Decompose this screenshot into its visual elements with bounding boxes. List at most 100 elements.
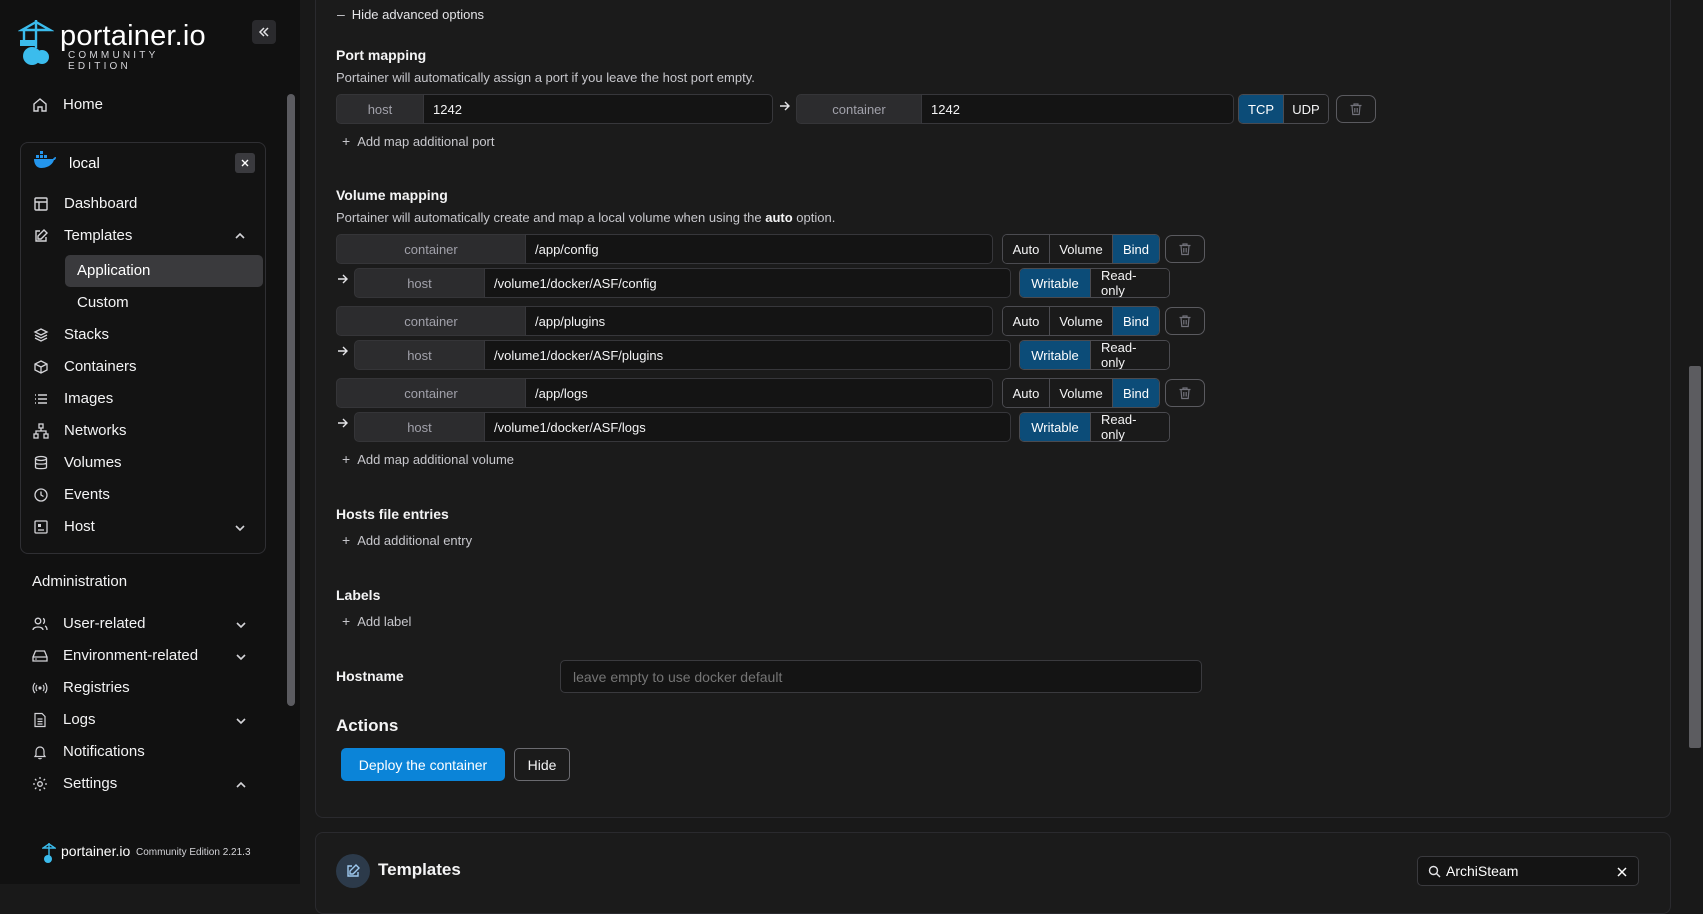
plus-icon: + <box>342 532 351 548</box>
volume-host-path-input[interactable]: /volume1/docker/ASF/config <box>484 268 1011 298</box>
hide-button[interactable]: Hide <box>514 748 570 781</box>
read-only-option[interactable]: Read-only <box>1091 269 1169 297</box>
actions-title: Actions <box>336 716 399 735</box>
clear-search-icon[interactable] <box>1617 867 1627 877</box>
read-only-option[interactable]: Read-only <box>1091 341 1169 369</box>
plus-icon: + <box>342 451 351 467</box>
auto-option[interactable]: Auto <box>1003 235 1050 263</box>
writable-option[interactable]: Writable <box>1020 341 1091 369</box>
sidebar-item-label: User-related <box>63 615 146 632</box>
chevron-down-icon[interactable] <box>234 650 248 664</box>
sidebar-item-settings[interactable]: Settings <box>32 775 117 792</box>
sidebar-item-application[interactable]: Application <box>65 255 263 287</box>
template-search-field[interactable]: ArchiSteam <box>1417 856 1639 886</box>
volume-option[interactable]: Volume <box>1050 235 1113 263</box>
sidebar-item-home[interactable]: Home <box>32 96 103 113</box>
sidebar-item-label: Networks <box>64 422 127 439</box>
sidebar-item-custom[interactable]: Custom <box>77 294 129 311</box>
close-environment-button[interactable] <box>235 153 255 173</box>
volume-option[interactable]: Volume <box>1050 379 1113 407</box>
container-port-addon: container <box>796 94 922 124</box>
volume-host-path-input[interactable]: /volume1/docker/ASF/logs <box>484 412 1011 442</box>
list-icon <box>35 393 47 404</box>
chevron-down-icon[interactable] <box>233 521 247 535</box>
sidebar-item-label: Settings <box>63 775 118 792</box>
volume-host-path-input[interactable]: /volume1/docker/ASF/plugins <box>484 340 1011 370</box>
sidebar-item-notifications[interactable]: Notifications <box>32 743 145 760</box>
add-host-entry-link[interactable]: + Add additional entry <box>342 532 472 548</box>
volume-type-toggle: Auto Volume Bind <box>1002 234 1160 264</box>
sidebar-item-stacks[interactable]: Stacks <box>33 326 109 343</box>
hostname-input[interactable] <box>560 660 1202 693</box>
read-only-option[interactable]: Read-only <box>1091 413 1169 441</box>
volume-container-path-input[interactable]: /app/plugins <box>525 306 993 336</box>
chevrons-left-icon <box>258 27 269 37</box>
plus-icon: + <box>342 133 351 149</box>
bind-option[interactable]: Bind <box>1113 379 1159 407</box>
writable-option[interactable]: Writable <box>1020 269 1091 297</box>
sidebar-item-events[interactable]: Events <box>33 486 110 503</box>
port-mapping-help: Portainer will automatically assign a po… <box>336 70 755 85</box>
hide-advanced-options-link[interactable]: – Hide advanced options <box>337 6 484 22</box>
bind-option[interactable]: Bind <box>1113 235 1159 263</box>
sidebar-scrollbar[interactable] <box>287 94 295 706</box>
footer-logo: portainer.io <box>61 843 131 859</box>
volume-container-addon: container <box>336 306 526 336</box>
sidebar-item-templates[interactable]: Templates <box>33 227 132 244</box>
volume-option[interactable]: Volume <box>1050 307 1113 335</box>
portainer-logo[interactable]: portainer.io COMMUNITY EDITION <box>18 18 218 72</box>
sidebar-item-logs[interactable]: Logs <box>32 711 96 728</box>
chevron-up-icon[interactable] <box>234 778 248 792</box>
remove-volume-button[interactable] <box>1165 307 1205 335</box>
sidebar-item-environment-related[interactable]: Environment-related <box>32 647 198 664</box>
sidebar-item-registries[interactable]: Registries <box>32 679 130 696</box>
network-icon <box>33 422 49 439</box>
hide-advanced-label: Hide advanced options <box>351 6 485 22</box>
bind-option[interactable]: Bind <box>1113 307 1159 335</box>
udp-option[interactable]: UDP <box>1284 95 1328 123</box>
sidebar-item-label: Home <box>63 96 104 113</box>
sidebar-item-label: Containers <box>64 358 137 375</box>
users-icon <box>32 617 48 630</box>
trash-icon <box>1179 387 1191 400</box>
auto-option[interactable]: Auto <box>1003 307 1050 335</box>
sidebar-item-images[interactable]: Images <box>33 390 113 407</box>
add-volume-link[interactable]: + Add map additional volume <box>342 451 514 467</box>
volume-help-text: Portainer will automatically create and … <box>336 210 766 225</box>
container-port-input[interactable]: 1242 <box>921 94 1234 124</box>
sidebar-item-dashboard[interactable]: Dashboard <box>33 195 137 212</box>
volume-container-path-input[interactable]: /app/config <box>525 234 993 264</box>
sidebar-item-label: Notifications <box>63 743 145 760</box>
sidebar-item-host[interactable]: Host <box>33 518 95 535</box>
writable-option[interactable]: Writable <box>1020 413 1091 441</box>
volume-type-toggle: Auto Volume Bind <box>1002 306 1160 336</box>
collapse-sidebar-button[interactable] <box>252 20 276 44</box>
tcp-option[interactable]: TCP <box>1239 95 1284 123</box>
protocol-toggle: TCP UDP <box>1238 94 1329 124</box>
remove-port-button[interactable] <box>1336 95 1376 123</box>
chevron-down-icon[interactable] <box>234 618 248 632</box>
sidebar-item-label: Templates <box>64 227 133 244</box>
sidebar-item-networks[interactable]: Networks <box>33 422 127 439</box>
deploy-container-button[interactable]: Deploy the container <box>341 748 505 781</box>
remove-volume-button[interactable] <box>1165 235 1205 263</box>
hard-drive-icon <box>32 649 48 662</box>
logo-edition: COMMUNITY EDITION <box>68 50 159 72</box>
sidebar-item-containers[interactable]: Containers <box>33 358 137 375</box>
add-port-link[interactable]: + Add map additional port <box>342 133 495 149</box>
chevron-down-icon[interactable] <box>234 714 248 728</box>
volume-host-addon: host <box>354 268 485 298</box>
main-scrollbar[interactable] <box>1689 366 1701 748</box>
sidebar-item-label: Host <box>64 518 95 535</box>
sidebar-item-user-related[interactable]: User-related <box>32 615 146 632</box>
remove-volume-button[interactable] <box>1165 379 1205 407</box>
volume-container-path-input[interactable]: /app/logs <box>525 378 993 408</box>
host-port-input[interactable]: 1242 <box>423 94 773 124</box>
file-text-icon <box>34 712 46 727</box>
sidebar-item-volumes[interactable]: Volumes <box>33 454 122 471</box>
volume-help-text-end: option. <box>792 210 836 225</box>
volume-type-toggle: Auto Volume Bind <box>1002 378 1160 408</box>
add-label-link[interactable]: + Add label <box>342 613 411 629</box>
auto-option[interactable]: Auto <box>1003 379 1050 407</box>
chevron-up-icon[interactable] <box>233 229 247 243</box>
